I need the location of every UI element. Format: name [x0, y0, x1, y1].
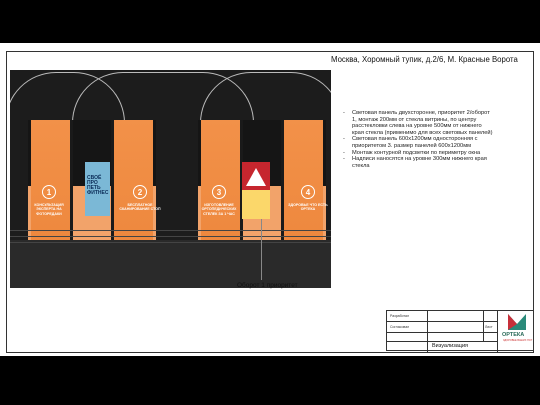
panel-number-4: 4 — [301, 185, 315, 199]
sidewalk-band — [10, 240, 331, 288]
panel-number-1: 1 — [42, 185, 56, 199]
note-item: - Световая панель 600х1200мм одностороння… — [343, 136, 478, 149]
stamp-row1-label: Разработал — [390, 314, 410, 318]
storefront-visualization: 1 КОНСУЛЬТАЦИЯ ЭКСПЕРТА НА ФОТОРЕДАКИ 2 … — [10, 70, 331, 288]
panel-number-3: 3 — [212, 185, 226, 199]
panel-number-2: 2 — [133, 185, 147, 199]
note-item: - Надписи наносятся на уровне 300мм нижне… — [343, 156, 487, 169]
logo-tagline: ЗДОРОВЬЕ ВАШИХ НОГ — [503, 339, 533, 342]
poster-left-text: СВОЁ ПРО ПЕТЬ ФИТНЕС — [87, 175, 109, 196]
panel-caption-4: ЗДОРОВЬЕ ЧТО ЕСТЬ ОРТЕКА — [288, 203, 328, 212]
light-panel-poster-right — [242, 162, 270, 219]
panel-caption-2: БЕСПЛАТНОЕ СКАНИРОВАНИЕ СТОП — [119, 203, 161, 212]
logo-name: ОРТЕКА — [502, 332, 525, 338]
stamp-row2-label: Согласовал — [390, 325, 410, 329]
stamp-title: Визуализация — [432, 343, 469, 349]
stamp-sheet-label: Лист — [485, 325, 493, 329]
notes-list: - Световая панель двухсторонне, приоритет… — [343, 110, 493, 169]
address-title: Москва, Хоромный тупик, д.2/6, М. Красны… — [331, 55, 518, 64]
callout-leader-line — [261, 219, 262, 280]
note-item: - Световая панель двухсторонне, приоритет… — [343, 110, 493, 136]
panel-caption-3: ИЗГОТОВЛЕНИЕ ОРТОПЕДИЧЕСКИХ СТЕЛЕК ЗА 1 … — [201, 203, 237, 216]
callout-caption: Оборот 1 приоритет — [237, 282, 298, 289]
panel-caption-1: КОНСУЛЬТАЦИЯ ЭКСПЕРТА НА ФОТОРЕДАКИ — [34, 203, 64, 216]
light-panel-poster-left: СВОЁ ПРО ПЕТЬ ФИТНЕС — [85, 162, 110, 216]
note-item: - Монтаж контурной подсветки по периметру… — [343, 149, 481, 156]
